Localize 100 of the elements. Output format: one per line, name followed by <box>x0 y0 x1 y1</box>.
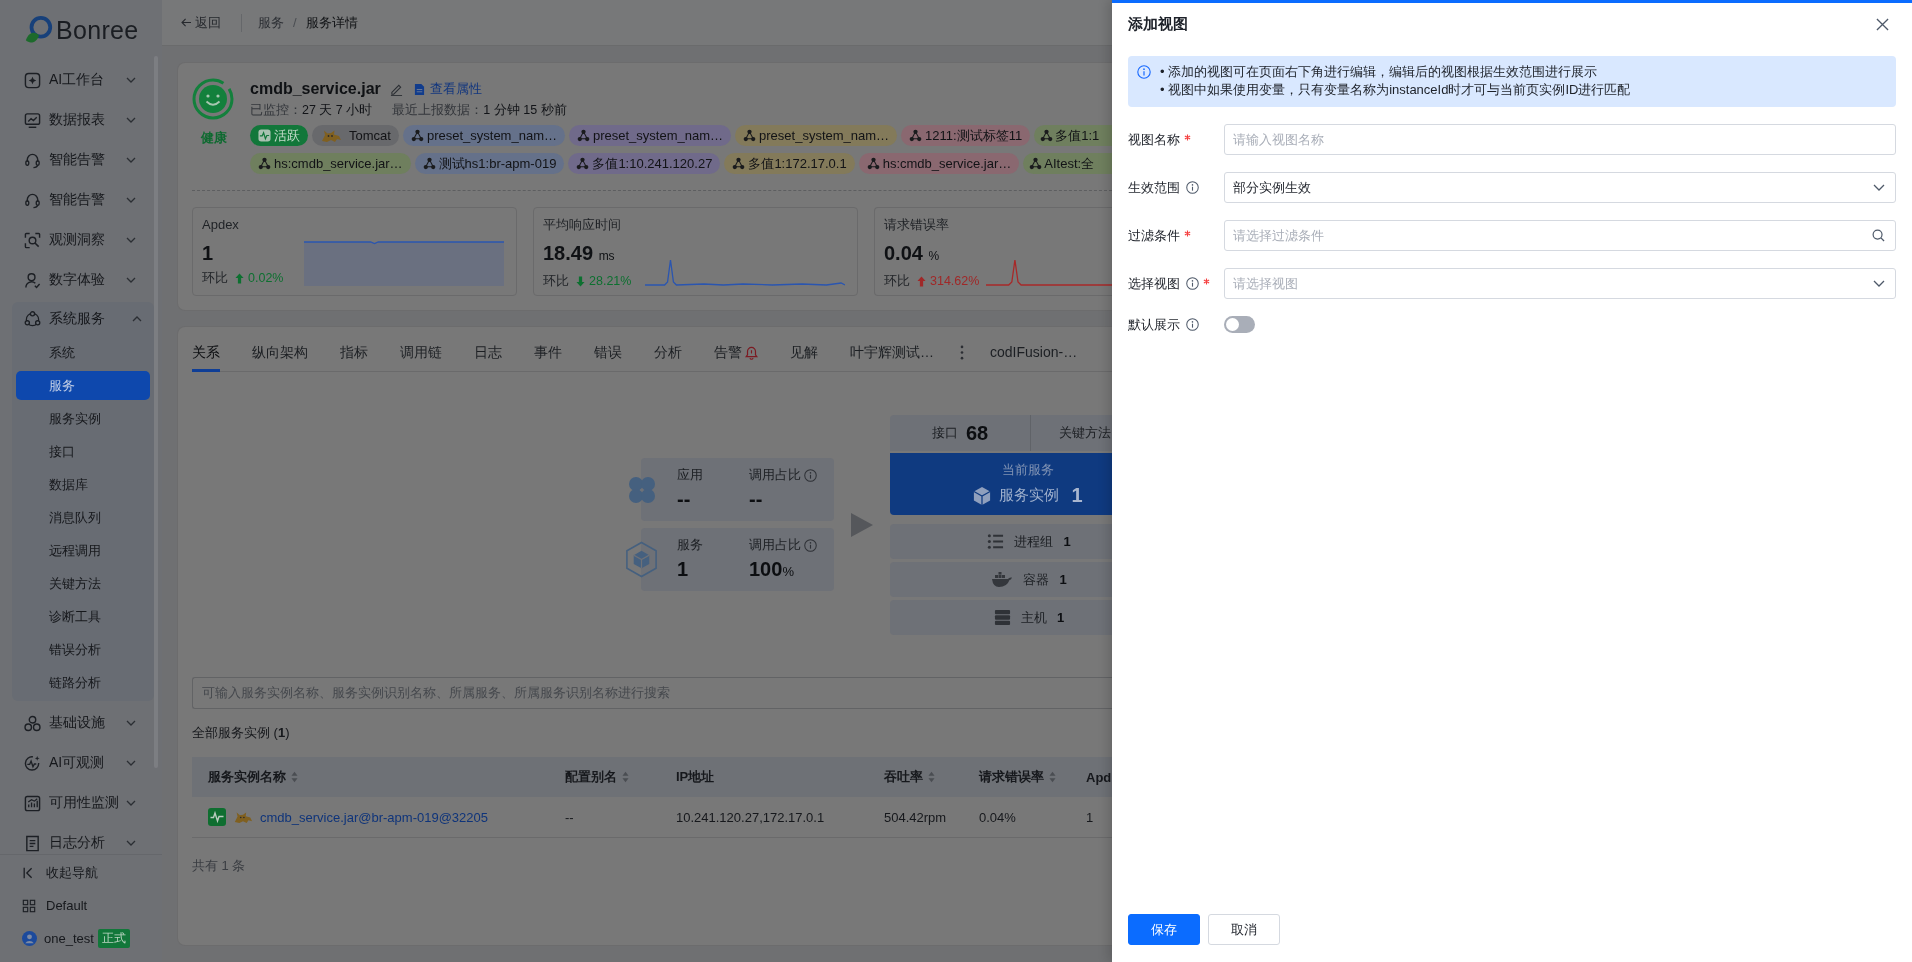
avatar-icon <box>22 931 37 946</box>
search-select-field[interactable]: 请选择过滤条件 <box>1224 220 1896 251</box>
metric-change: 0.02% <box>248 270 284 287</box>
sparkle-box-icon <box>24 71 41 89</box>
nodes-icon <box>410 129 424 142</box>
tag-label: 1211:测试标签11 <box>925 126 1023 145</box>
nav-item[interactable]: 观测洞察 <box>0 220 156 260</box>
more-icon[interactable] <box>960 344 964 360</box>
nav-item[interactable]: 智能告警 <box>0 140 156 180</box>
nav-subitem[interactable]: 服务 <box>16 371 150 400</box>
nav-item[interactable]: 日志分析 <box>0 823 156 854</box>
breadcrumb-link[interactable]: 服务 <box>258 13 284 32</box>
table-cell-text: 10.241.120.27,172.17.0.1 <box>675 809 826 825</box>
workspace-switcher[interactable]: Default <box>0 889 162 922</box>
breadcrumb-current: 服务详情 <box>305 13 358 32</box>
text-input[interactable]: 请输入视图名称 <box>1224 124 1896 155</box>
share-label: 调用占比 <box>749 536 801 554</box>
nodes-icon <box>1029 157 1043 170</box>
cancel-button[interactable]: 取消 <box>1208 914 1280 945</box>
collapse-nav-button[interactable]: 收起导航 <box>0 856 162 889</box>
current-service-node[interactable]: 当前服务 服务实例 1 <box>890 453 1112 515</box>
total-count: 共有 1 条 <box>192 857 247 875</box>
nodes-icon <box>743 129 757 142</box>
nav-item[interactable]: 系统服务 <box>12 302 154 336</box>
tab[interactable]: 纵向架构 <box>252 327 308 372</box>
nav-item[interactable]: 基础设施 <box>0 703 156 743</box>
nav-subitem[interactable]: 系统 <box>16 338 150 367</box>
search-icon[interactable] <box>1872 229 1885 242</box>
nodes-icon <box>576 157 590 170</box>
nav-subitem[interactable]: 数据库 <box>16 470 150 499</box>
logo-text: Bonree <box>56 15 139 45</box>
tab[interactable]: 见解 <box>790 327 818 372</box>
column-header[interactable]: 请求错误率 <box>963 768 1073 786</box>
upstream-node[interactable]: 应用 -- 调用占比 -- <box>641 458 834 521</box>
nav-item[interactable]: 可用性监测 <box>0 783 156 823</box>
nav-item[interactable]: 数据报表 <box>0 100 156 140</box>
nav-subitem[interactable]: 链路分析 <box>16 668 150 697</box>
tab[interactable]: 分析 <box>654 327 682 372</box>
tag-label: preset_system_nam… <box>759 128 890 143</box>
table-cell-text: 0.04% <box>978 809 1017 825</box>
nodes-icon <box>732 157 746 170</box>
nav-subitem[interactable]: 服务实例 <box>16 404 150 433</box>
tag-label: 测试hs1:br-apm-019 <box>438 154 557 173</box>
summary-value: 68 <box>965 421 989 445</box>
summary-label: 关键方法 <box>1059 424 1111 442</box>
grid-icon <box>22 898 36 913</box>
nav-item[interactable]: AI可观测 <box>0 743 156 783</box>
column-header[interactable]: 配置别名 <box>549 768 660 786</box>
tag-label: 活跃 <box>274 126 300 145</box>
select-field[interactable]: 请选择视图 <box>1224 268 1896 299</box>
health-status: 健康 <box>201 129 227 147</box>
nav-subitem[interactable]: 关键方法 <box>16 569 150 598</box>
tab[interactable]: 关系 <box>192 327 220 372</box>
chevron-down-icon[interactable] <box>1873 280 1885 287</box>
node-value: 1 <box>1059 572 1067 587</box>
nav-item[interactable]: 智能告警 <box>0 180 156 220</box>
pulse-icon <box>208 808 226 826</box>
whale-icon <box>991 571 1014 588</box>
tab[interactable]: 叶宇辉测试… <box>850 327 934 372</box>
close-button[interactable] <box>1876 18 1889 31</box>
select-field[interactable]: 部分实例生效 <box>1224 172 1896 203</box>
tag-label: preset_system_nam… <box>592 128 724 143</box>
upstream-node[interactable]: 服务 1 调用占比 100% <box>641 528 834 591</box>
tab[interactable]: codIFusion-… <box>990 327 1078 372</box>
circles-icon <box>24 714 41 732</box>
cat-icon <box>320 128 342 143</box>
resource-node[interactable]: 容器 1 <box>890 562 1112 597</box>
resource-node[interactable]: 主机 1 <box>890 600 1112 635</box>
properties-link[interactable]: 查看属性 <box>413 80 482 98</box>
metric-title: 请求错误率 <box>884 216 950 233</box>
env-badge: 正式 <box>97 929 130 948</box>
chevron-down-icon[interactable] <box>1873 184 1885 191</box>
tab[interactable]: 错误 <box>594 327 622 372</box>
user-icon <box>24 271 41 289</box>
chart-icon <box>24 794 41 812</box>
resource-node[interactable]: 进程组 1 <box>890 524 1112 559</box>
user-menu[interactable]: one_test 正式 <box>0 922 162 955</box>
save-button[interactable]: 保存 <box>1128 914 1200 945</box>
tab[interactable]: 指标 <box>340 327 368 372</box>
nav-subitem[interactable]: 错误分析 <box>16 635 150 664</box>
column-header[interactable]: 吞吐率 <box>868 768 963 786</box>
tab[interactable]: 告警 <box>714 327 758 372</box>
breadcrumb-separator: / <box>293 15 297 30</box>
toggle-switch[interactable] <box>1224 316 1255 333</box>
headset-icon <box>24 151 41 169</box>
tab[interactable]: 调用链 <box>400 327 442 372</box>
pencil-icon[interactable] <box>389 82 403 96</box>
nav-subitem[interactable]: 消息队列 <box>16 503 150 532</box>
column-header[interactable]: 服务实例名称 <box>192 768 549 786</box>
node-value: -- <box>677 487 692 511</box>
nav-item[interactable]: AI工作台 <box>0 60 156 100</box>
back-button[interactable]: 返回 <box>181 13 221 32</box>
instance-link[interactable]: cmdb_service.jar@br-apm-019@32205 <box>260 809 488 825</box>
tab[interactable]: 日志 <box>474 327 502 372</box>
nav-subitem[interactable]: 远程调用 <box>16 536 150 565</box>
close-icon <box>1876 18 1889 31</box>
nav-item[interactable]: 数字体验 <box>0 260 156 300</box>
nav-subitem[interactable]: 接口 <box>16 437 150 466</box>
tab[interactable]: 事件 <box>534 327 562 372</box>
nav-subitem[interactable]: 诊断工具 <box>16 602 150 631</box>
